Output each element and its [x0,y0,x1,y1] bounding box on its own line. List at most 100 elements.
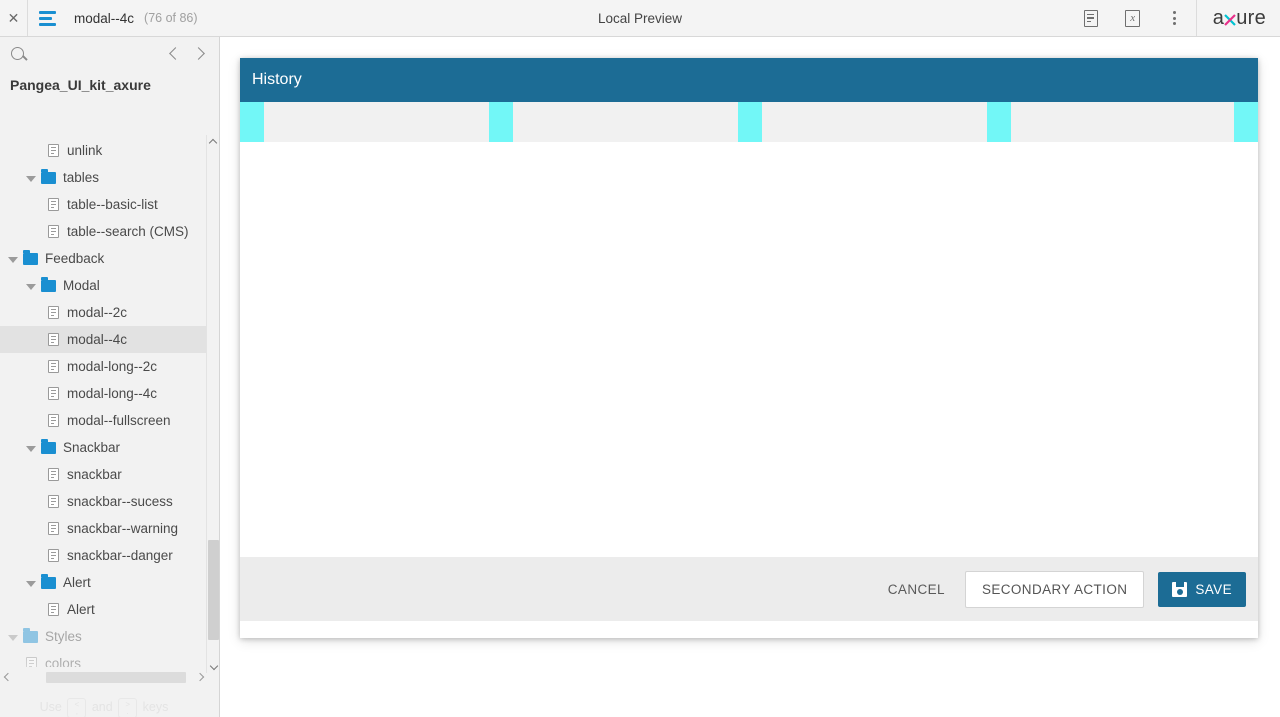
vertical-scroll-thumb[interactable] [208,540,219,640]
folder-icon [41,438,56,454]
tree-item-label: Snackbar [63,440,121,455]
page-icon [48,495,59,508]
x-box-icon: x [1125,9,1141,27]
tree-item-snackbar-sucess[interactable]: snackbar--sucess [0,488,208,515]
scroll-right-arrow-icon[interactable] [194,672,208,682]
tree-item-alert[interactable]: Alert [0,569,208,596]
hamburger-menu-icon[interactable] [28,0,66,36]
project-name: Pangea_UI_kit_axure [10,77,151,93]
page-icon [48,198,59,211]
more-options-button[interactable] [1154,0,1196,36]
horizontal-scroll-track[interactable] [14,671,194,683]
tree-item-snackbar[interactable]: snackbar [0,461,208,488]
tree-item-snackbar-warning[interactable]: snackbar--warning [0,515,208,542]
tree-item-label: modal-long--2c [67,359,158,374]
hint-post: keys [142,700,169,714]
page-icon [48,468,59,481]
tree-item-label: modal-long--4c [67,386,158,401]
page-icon [48,360,59,373]
tree-item-label: modal--2c [67,305,128,320]
top-bar: ✕ modal--4c (76 of 86) Local Preview x a… [0,0,1280,37]
next-key-icon: > . [118,697,138,717]
chevron-down-icon[interactable] [8,634,18,641]
tree-item-modal-fullscreen[interactable]: modal--fullscreen [0,407,208,434]
grid-column-marker [240,102,264,142]
modal-column-grid [240,102,1258,142]
modal-dialog: History CANCEL SECONDARY ACTION SAVE [240,58,1258,638]
chevron-right-icon[interactable] [192,46,205,60]
tree-item-label: Feedback [45,251,105,266]
tree-item-label: unlink [67,143,103,158]
chevron-down-icon[interactable] [26,580,36,587]
tree-item-alert[interactable]: Alert [0,596,208,623]
folder-icon [41,276,56,292]
tree-item-unlink[interactable]: unlink [0,137,208,164]
grid-column-marker [738,102,762,142]
page-count: (76 of 86) [144,11,198,25]
tree-item-table-basic-list[interactable]: table--basic-list [0,191,208,218]
tree-item-table-search-cms[interactable]: table--search (CMS) [0,218,208,245]
folder-icon [23,249,38,265]
save-button[interactable]: SAVE [1158,571,1246,607]
tree-item-feedback[interactable]: Feedback [0,245,208,272]
tree-item-label: table--basic-list [67,197,158,212]
hamburger-line [38,16,52,20]
hint-mid: and [91,700,113,714]
tree-item-label: Modal [63,278,100,293]
tree-item-snackbar-danger[interactable]: snackbar--danger [0,542,208,569]
page-icon [48,549,59,562]
cancel-button[interactable]: CANCEL [882,574,951,605]
notes-button[interactable] [1070,0,1112,36]
tree-item-tables[interactable]: tables [0,164,208,191]
notes-icon [1083,9,1098,27]
chevron-down-icon[interactable] [26,175,36,182]
hint-pre: Use [39,700,62,714]
axure-logo-pre: a [1212,6,1225,29]
chevron-down-icon[interactable] [26,283,36,290]
modal-footer: CANCEL SECONDARY ACTION SAVE [240,557,1258,621]
close-preview-button[interactable]: ✕ [0,0,28,36]
scroll-down-arrow-icon[interactable] [207,660,219,673]
secondary-action-button[interactable]: SECONDARY ACTION [964,570,1145,608]
more-vertical-icon [1173,11,1177,25]
tree-item-label: snackbar--sucess [67,494,173,509]
chevron-left-icon[interactable] [169,46,182,60]
prev-key-icon: < , [67,697,87,717]
tree-item-modal-4c[interactable]: modal--4c [0,326,208,353]
folder-icon [23,627,38,643]
sidebar-horizontal-scrollbar[interactable] [0,669,208,685]
sidebar: Pangea_UI_kit_axure unlink tables table--b… [0,37,220,717]
hamburger-line [38,22,56,26]
page-icon [26,657,37,667]
tree-item-modal-2c[interactable]: modal--2c [0,299,208,326]
horizontal-scroll-thumb[interactable] [46,671,186,683]
export-button[interactable]: x [1112,0,1154,36]
page-nav-arrows [169,46,211,60]
page-icon [48,387,59,400]
tree-item-label: Styles [45,629,82,644]
scroll-left-arrow-icon[interactable] [0,672,14,682]
page-icon [48,333,59,346]
scroll-up-arrow-icon[interactable] [207,135,219,148]
tree-item-label: Alert [63,575,91,590]
grid-column-marker [489,102,513,142]
tree-item-label: tables [63,170,100,185]
save-button-label: SAVE [1195,581,1232,597]
search-icon[interactable] [11,46,24,60]
tree-item-colors[interactable]: colors [0,650,208,667]
axure-logo-x-icon [1224,8,1236,28]
next-key-bottom: . [126,706,129,716]
chevron-down-icon[interactable] [8,256,18,263]
modal-body [240,142,1258,557]
tree-item-modal-long-4c[interactable]: modal-long--4c [0,380,208,407]
grid-column-marker [1234,102,1258,142]
folder-icon [41,168,56,184]
sidebar-vertical-scrollbar[interactable] [206,135,219,673]
chevron-down-icon[interactable] [26,445,36,452]
modal-title: History [252,71,302,88]
tree-item-modal-long-2c[interactable]: modal-long--2c [0,353,208,380]
tree-item-styles[interactable]: Styles [0,623,208,650]
tree-item-snackbar[interactable]: Snackbar [0,434,208,461]
tree-item-modal[interactable]: Modal [0,272,208,299]
axure-logo-post: ure [1236,6,1266,29]
